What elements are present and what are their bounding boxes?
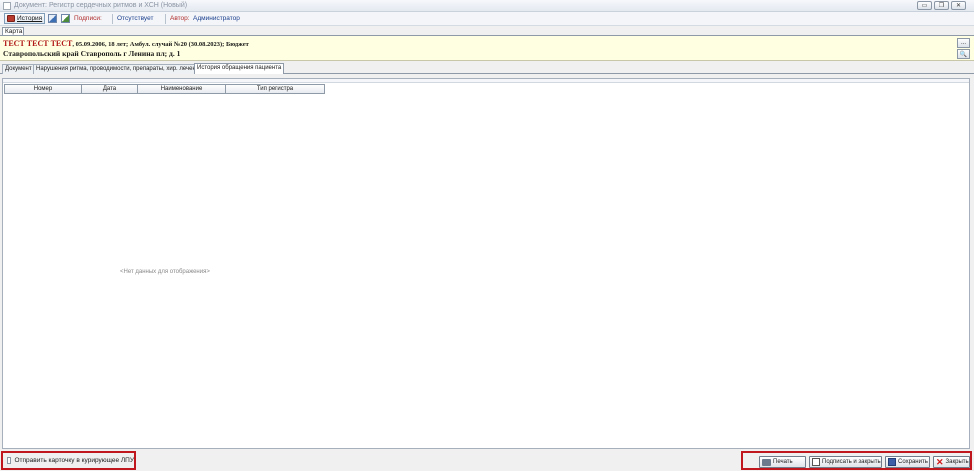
- sign-and-close-button[interactable]: Подписать и закрыть: [809, 456, 882, 468]
- author-label: Автор:: [170, 15, 190, 22]
- patient-header: ТЕСТ ТЕСТ ТЕСТ, 05.09.2006, 18 лет; Амбу…: [0, 36, 974, 61]
- patient-line: ТЕСТ ТЕСТ ТЕСТ, 05.09.2006, 18 лет; Амбу…: [3, 39, 249, 48]
- restore-button[interactable]: ❐: [934, 1, 949, 10]
- close-label: Закрыть: [945, 459, 969, 465]
- tab-patient-history[interactable]: История обращения пациента: [194, 63, 285, 74]
- send-card-label: Отправить карточку в курирующее ЛПУ: [14, 457, 135, 464]
- signatures-label: Подписи:: [74, 15, 102, 22]
- toolbar: История Подписи: Отсутствует Автор: Адми…: [0, 12, 974, 26]
- patient-address: Ставропольский край Ставрополь г Ленина …: [3, 49, 181, 58]
- column-header-date[interactable]: Дата: [81, 84, 138, 94]
- document-icon-button[interactable]: [48, 14, 57, 23]
- document-tabs: Документ Нарушения ритма, проводимости, …: [0, 63, 974, 74]
- toolbar-divider: [165, 14, 166, 24]
- window-title: Документ: Регистр сердечных ритмов и ХСН…: [14, 2, 188, 9]
- patient-name: ТЕСТ ТЕСТ ТЕСТ: [3, 39, 73, 48]
- print-label: Печать: [773, 459, 793, 465]
- patient-meta: , 05.09.2006, 18 лет; Амбул. случай №20 …: [72, 41, 249, 48]
- refresh-icon-button[interactable]: [61, 14, 70, 23]
- column-header-number[interactable]: Номер: [4, 84, 82, 94]
- sign-and-close-label: Подписать и закрыть: [822, 459, 881, 465]
- history-grid: Номер Дата Наименование Тип регистра <Не…: [2, 78, 970, 449]
- send-card-option[interactable]: Отправить карточку в курирующее ЛПУ: [1, 451, 136, 470]
- app-icon: [3, 2, 11, 10]
- grid-group-panel: [3, 79, 969, 83]
- send-card-checkbox[interactable]: [7, 457, 11, 464]
- signatures-status: Отсутствует: [117, 15, 154, 22]
- empty-grid-message: <Нет данных для отображения>: [120, 269, 210, 275]
- sign-icon: [812, 458, 820, 466]
- history-button[interactable]: История: [4, 13, 45, 24]
- tab-rhythm-disorders[interactable]: Нарушения ритма, проводимости, препараты…: [33, 64, 206, 74]
- column-header-register-type[interactable]: Тип регистра: [225, 84, 325, 94]
- toolbar-divider: [112, 14, 113, 24]
- column-header-name[interactable]: Наименование: [137, 84, 226, 94]
- footer-bar: Отправить карточку в курирующее ЛПУ Печа…: [0, 450, 974, 471]
- minimize-button[interactable]: ▭: [917, 1, 932, 10]
- history-icon: [7, 15, 15, 22]
- printer-icon: [762, 458, 771, 466]
- save-button[interactable]: Сохранить: [885, 456, 930, 468]
- author-value: Администратор: [193, 15, 240, 22]
- print-button[interactable]: Печать: [759, 456, 806, 468]
- more-button[interactable]: ...: [957, 38, 970, 48]
- window-controls: ▭ ❐ ✕: [917, 1, 966, 10]
- save-label: Сохранить: [898, 459, 928, 465]
- save-icon: [888, 458, 896, 466]
- search-icon[interactable]: 🔍: [957, 49, 970, 59]
- close-icon: ✕: [936, 457, 944, 467]
- window-titlebar: Документ: Регистр сердечных ритмов и ХСН…: [0, 0, 974, 12]
- history-label: История: [17, 15, 43, 22]
- action-buttons: Печать Подписать и закрыть Сохранить ✕ З…: [741, 451, 972, 470]
- tab-document[interactable]: Документ: [2, 64, 35, 74]
- close-window-button[interactable]: ✕: [951, 1, 966, 10]
- close-button[interactable]: ✕ Закрыть: [933, 456, 970, 468]
